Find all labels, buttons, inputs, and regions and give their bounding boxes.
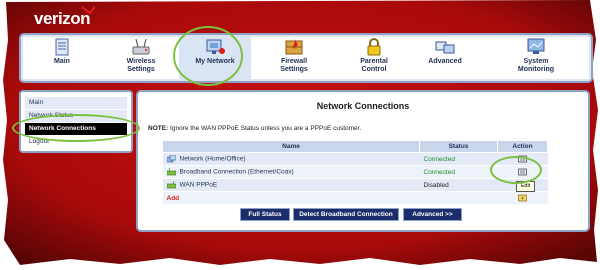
tab-main[interactable]: Main	[27, 35, 97, 81]
table-header-row: Name Status Action	[162, 140, 548, 153]
tab-label: Wireless Settings	[126, 58, 156, 73]
connection-status: Connected	[419, 165, 498, 179]
tab-firewall-settings[interactable]: Firewall Settings	[259, 35, 329, 81]
lock-icon	[367, 38, 381, 56]
wireless-icon	[132, 38, 150, 55]
verizon-logo: verizon	[34, 0, 96, 29]
column-header-name: Name	[162, 140, 420, 153]
connection-name-cell[interactable]: Network (Home/Office)	[162, 152, 420, 166]
screenshot-frame: verizon Main Wireless Settings My Networ…	[0, 0, 600, 270]
column-header-action: Action	[497, 140, 548, 153]
connection-name-cell[interactable]: WAN PPPoE	[162, 178, 420, 192]
tab-label: Main	[54, 58, 70, 65]
detect-broadband-connection-button[interactable]: Detect Broadband Connection	[293, 208, 399, 221]
table-row: Network (Home/Office) Connected	[162, 152, 548, 166]
advanced-button[interactable]: Advanced >>	[403, 208, 462, 221]
tab-advanced[interactable]: Advanced	[410, 35, 480, 81]
tab-wireless-settings[interactable]: Wireless Settings	[106, 35, 176, 81]
highlight-ellipse-network-connections	[12, 114, 140, 142]
column-header-status: Status	[419, 140, 498, 153]
add-connection-link[interactable]: Add	[162, 191, 420, 205]
note-text: NOTE: Ignore the WAN PPPoE Status unless…	[148, 125, 361, 132]
action-cell	[497, 191, 548, 205]
table-row: WAN PPPoE Disabled	[162, 178, 548, 192]
connection-name: WAN PPPoE	[179, 181, 218, 189]
home-network-icon	[166, 155, 176, 163]
tab-system-monitoring[interactable]: System Monitoring	[501, 35, 571, 81]
note-label: NOTE:	[148, 125, 169, 132]
tab-label: System Monitoring	[517, 58, 555, 73]
monitor-icon	[527, 38, 545, 54]
table-row: Add	[162, 191, 548, 205]
tab-parental-control[interactable]: Parental Control	[339, 35, 409, 81]
connection-name: Network (Home/Office)	[179, 155, 246, 163]
main-icon	[55, 38, 69, 56]
broadband-icon	[166, 168, 176, 176]
highlight-ellipse-edit	[490, 156, 542, 184]
brand-name: verizon	[34, 9, 91, 28]
tab-label: Parental Control	[360, 58, 388, 73]
connection-name-cell[interactable]: Broadband Connection (Ethernet/Coax)	[162, 165, 420, 179]
empty-cell	[419, 191, 498, 205]
advanced-icon	[435, 41, 455, 54]
top-navigation-bar: Main Wireless Settings My Network Firewa…	[19, 33, 593, 83]
connection-status: Connected	[419, 152, 498, 166]
connection-status: Disabled	[419, 178, 498, 192]
full-status-button[interactable]: Full Status	[240, 208, 290, 221]
page-title: Network Connections	[316, 101, 410, 111]
highlight-ellipse-my-network	[173, 26, 243, 86]
firewall-icon	[285, 39, 303, 55]
sidebar-item-main[interactable]: Main	[25, 97, 127, 109]
wan-pppoe-icon	[166, 181, 176, 189]
add-icon[interactable]	[518, 194, 527, 202]
tab-label: Advanced	[428, 58, 462, 65]
connection-name: Broadband Connection (Ethernet/Coax)	[179, 168, 294, 176]
note-body: Ignore the WAN PPPoE Status unless you a…	[168, 125, 362, 132]
tab-label: Firewall Settings	[280, 58, 308, 73]
